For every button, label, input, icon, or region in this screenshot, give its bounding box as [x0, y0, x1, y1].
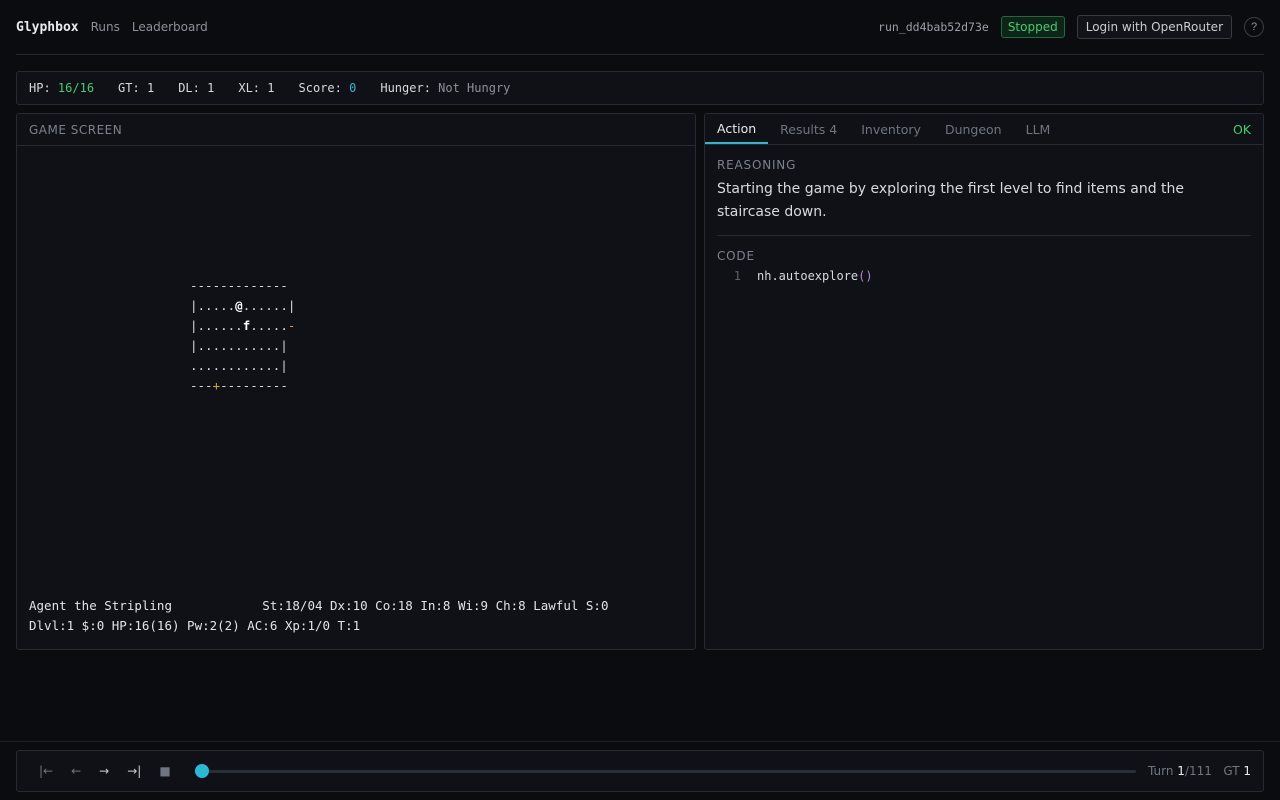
status-badge: Stopped — [1000, 16, 1065, 38]
game-screen-panel: GAME SCREEN ------------- |.....@......| |… — [16, 113, 696, 650]
status-line-1: Agent the Stripling St:18/04 Dx:10 Co:18… — [29, 598, 609, 613]
reasoning-section: REASONING Starting the game by exploring… — [717, 158, 1251, 224]
map-row: ------------- — [190, 278, 288, 293]
tab-dungeon[interactable]: Dungeon — [933, 114, 1014, 144]
reasoning-text: Starting the game by exploring the first… — [717, 181, 1185, 220]
game-screen: ------------- |.....@......| |......f.....… — [29, 154, 683, 637]
game-screen-title: GAME SCREEN — [17, 114, 695, 146]
stat-xl-value: 1 — [267, 81, 275, 95]
top-nav: Glyphbox Runs Leaderboard run_dd4bab52d7… — [16, 0, 1264, 55]
slider-thumb[interactable] — [194, 764, 209, 778]
stat-hp-value: 16/16 — [57, 81, 95, 95]
playback-bar: |← ← → →| ■ Turn 1/111 GT 1 — [16, 750, 1264, 792]
brand-logo[interactable]: Glyphbox — [16, 20, 79, 35]
stop-button[interactable]: ■ — [159, 764, 170, 778]
map-row: |......f.....- — [190, 318, 296, 333]
turn-current: 1 — [1177, 764, 1185, 778]
turn-counter: Turn 1/111 GT 1 — [1148, 764, 1251, 778]
map-row: ............| — [190, 358, 288, 373]
tab-action[interactable]: Action — [705, 114, 769, 144]
stat-score-value: 0 — [349, 81, 357, 95]
top-nav-right: run_dd4bab52d73e Stopped Login with Open… — [878, 15, 1264, 39]
tab-llm[interactable]: LLM — [1014, 114, 1063, 144]
stat-dl: DL: 1 — [178, 81, 215, 95]
panel-tabs: Action Results 4 Inventory Dungeon LLM O… — [705, 114, 1263, 145]
code-line-text: nh.autoexplore() — [757, 269, 873, 283]
stat-score: Score: 0 — [298, 81, 357, 95]
code-section: CODE 1 nh.autoexplore() — [717, 249, 1251, 283]
stat-hp: HP: 16/16 — [29, 81, 95, 95]
code-label: CODE — [717, 249, 755, 263]
tab-inventory[interactable]: Inventory — [849, 114, 933, 144]
stat-hunger: Hunger: Not Hungry — [380, 81, 511, 95]
bottom-status: Agent the Stripling St:18/04 Dx:10 Co:18… — [29, 596, 608, 636]
stat-hunger-value: Not Hungry — [438, 81, 511, 95]
tab-results[interactable]: Results 4 — [768, 114, 849, 144]
step-back-button[interactable]: ← — [71, 764, 81, 778]
run-id: run_dd4bab52d73e — [878, 20, 989, 34]
nav-link-leaderboard[interactable]: Leaderboard — [132, 20, 208, 34]
stat-gt-value: 1 — [146, 81, 155, 95]
map-row: ---+--------- — [190, 378, 288, 393]
step-forward-button[interactable]: → — [99, 764, 109, 778]
stats-bar: HP: 16/16 GT: 1 DL: 1 XL: 1 Score: 0 Hun… — [16, 71, 1264, 105]
skip-to-start-button[interactable]: |← — [39, 764, 53, 778]
action-panel: Action Results 4 Inventory Dungeon LLM O… — [704, 113, 1264, 650]
status-line-2: Dlvl:1 $:0 HP:16(16) Pw:2(2) AC:6 Xp:1/0… — [29, 618, 361, 633]
code-line-number: 1 — [733, 269, 741, 283]
skip-to-end-button[interactable]: →| — [127, 764, 141, 778]
code-line: 1 nh.autoexplore() — [717, 269, 1251, 283]
map-row: |...........| — [190, 338, 288, 353]
action-status: OK — [1232, 121, 1251, 137]
section-divider — [717, 235, 1251, 236]
stat-gt: GT: 1 — [118, 81, 155, 95]
stat-dl-value: 1 — [207, 81, 215, 95]
login-button[interactable]: Login with OpenRouter — [1076, 15, 1232, 39]
bottom-separator — [0, 741, 1280, 742]
stat-xl: XL: 1 — [238, 81, 275, 95]
turn-total: /111 — [1184, 764, 1212, 778]
gt-value: 1 — [1243, 764, 1251, 778]
map-row: |.....@......| — [190, 298, 296, 313]
slider-track — [194, 770, 1136, 773]
help-button[interactable]: ? — [1244, 17, 1264, 37]
dungeon-map: ------------- |.....@......| |......f.....… — [190, 276, 295, 396]
turn-slider[interactable] — [194, 764, 1136, 778]
reasoning-label: REASONING — [717, 158, 797, 172]
nav-link-runs[interactable]: Runs — [91, 20, 120, 34]
